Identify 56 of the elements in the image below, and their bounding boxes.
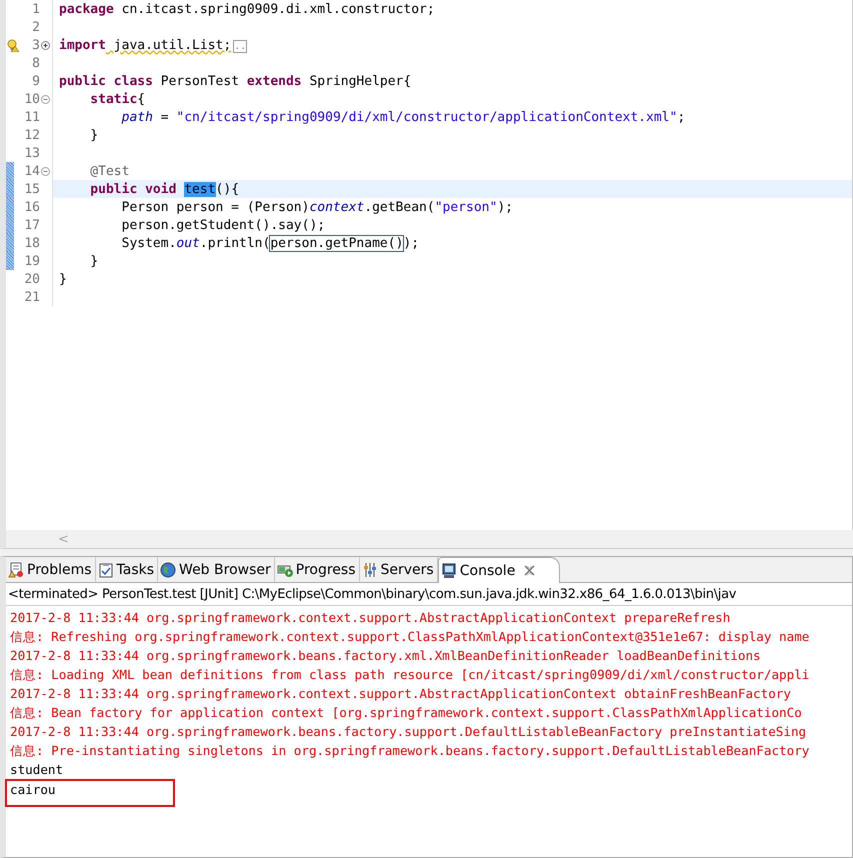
console-line: 信息: Loading XML bean definitions from class path resource [cn/itcast/spring0909/di/xml/constructor/appli (10, 666, 810, 684)
code-line: } (89, 254, 98, 268)
code-line: @Test (89, 164, 130, 178)
view-tab[interactable]: Web Browser (158, 557, 275, 582)
console-line: 2017-2-8 11:33:44 org.springframework.context.support.AbstractApplicationContext obtainFreshBeanFactory (10, 685, 791, 703)
code-line: } (89, 128, 98, 142)
code-line: } (59, 272, 67, 286)
code-line: import java.util.List; .. (59, 38, 248, 52)
code-line: path = "cn/itcast/spring0909/di/xml/constructor/applicationContext.xml"; (120, 110, 686, 124)
view-tab[interactable]: Console (438, 557, 560, 583)
console-line: student (10, 761, 64, 779)
console-header: <terminated> PersonTest.test [JUnit] C:\MyEclipse\Common\binary\com.sun.java.jdk.win32.x86_64_1.6.0.013\bin\jav (8, 586, 736, 602)
collapse-icon[interactable] (40, 166, 50, 176)
console-line: 2017-2-8 11:33:44 org.springframework.beans.factory.support.DefaultListableBeanFactory preInstantiateSing (10, 723, 806, 741)
globe-icon (160, 562, 176, 578)
line-number: 19 (23, 254, 40, 268)
console-line: 2017-2-8 11:33:44 org.springframework.context.support.AbstractApplicationContext prepareRefresh (10, 609, 730, 627)
code-line: Person person = (Person)context.getBean("person"); (120, 200, 513, 214)
line-number: 11 (23, 110, 40, 124)
line-number: 2 (31, 20, 40, 34)
sliders-icon (362, 562, 378, 578)
console-line: 2017-2-8 11:33:44 org.springframework.beans.factory.xml.XmlBeanDefinitionReader loadBeanDefinitions (10, 647, 761, 665)
line-number: 3 (31, 38, 40, 52)
code-line: person.getStudent().say(); (120, 218, 326, 232)
line-number: 8 (31, 56, 40, 70)
view-tab[interactable]: Tasks (96, 557, 158, 582)
code-line: System.out.println(person.getPname()); (120, 236, 420, 250)
line-number: 20 (23, 272, 40, 286)
line-number: 10 (23, 92, 40, 106)
line-number: 18 (23, 236, 40, 250)
line-number: 21 (23, 290, 40, 304)
problems-icon (8, 562, 24, 578)
console-line: 信息: Bean factory for application context [org.springframework.context.support.ClassPathXmlApplicationCo (10, 704, 802, 722)
console-line: 信息: Pre-instantiating singletons in org.springframework.beans.factory.support.DefaultListableBeanFactory (10, 742, 810, 760)
view-tab[interactable]: Progress (274, 557, 360, 582)
line-number: 14 (23, 164, 40, 178)
line-number: 13 (23, 146, 40, 160)
collapse-icon[interactable] (40, 94, 50, 104)
line-number: 16 (23, 200, 40, 214)
close-icon[interactable] (524, 565, 536, 576)
line-number: 12 (23, 128, 40, 142)
expand-icon[interactable] (40, 40, 50, 50)
line-number: 17 (23, 218, 40, 232)
code-line: public void test(){ (89, 182, 240, 196)
line-number: 1 (31, 2, 40, 16)
line-number: 15 (23, 182, 40, 196)
console-line: 信息: Refreshing org.springframework.context.support.ClassPathXmlApplicationContext@351e1e67: display name (10, 628, 810, 646)
view-tab[interactable]: Servers (360, 557, 438, 582)
line-number: 9 (31, 74, 40, 88)
clipboard-check-icon (98, 562, 114, 578)
view-tab[interactable]: Problems (6, 557, 96, 582)
monitor-icon (440, 562, 457, 578)
code-line: static{ (89, 92, 146, 106)
code-line: package cn.itcast.spring0909.di.xml.constructor; (59, 2, 435, 16)
code-line: public class PersonTest extends SpringHelper{ (59, 74, 412, 88)
lightbulb-warning-icon[interactable] (7, 39, 19, 52)
